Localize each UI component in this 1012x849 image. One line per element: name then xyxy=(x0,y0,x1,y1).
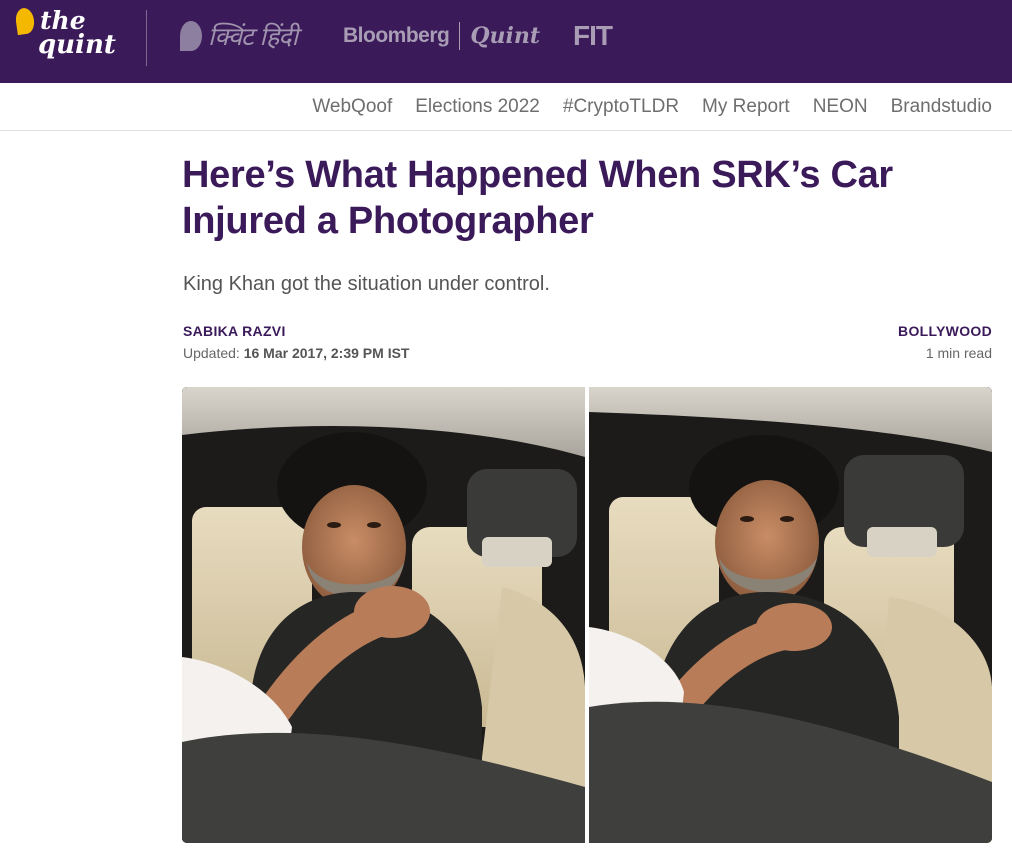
updated-timestamp: Updated: 16 Mar 2017, 2:39 PM IST xyxy=(183,345,409,361)
updated-label: Updated: xyxy=(183,345,240,361)
fit-text: FIT xyxy=(573,20,613,51)
hero-photo-illustration xyxy=(182,387,992,843)
quint-logo-mark-icon xyxy=(14,6,36,36)
nav-item-my-report[interactable]: My Report xyxy=(702,96,790,118)
article-headline: Here’s What Happened When SRK’s Car Inju… xyxy=(182,154,893,242)
section-nav: WebQoof Elections 2022 #CryptoTLDR My Re… xyxy=(0,83,1012,131)
quint-hindi-logo-icon xyxy=(180,21,202,51)
article-subhead: King Khan got the situation under contro… xyxy=(183,273,550,295)
author-name-link[interactable]: SABIKA RAZVI xyxy=(183,323,286,339)
nav-item-cryptotldr[interactable]: #CryptoTLDR xyxy=(563,96,679,118)
bloomberg-quint-separator xyxy=(459,22,461,50)
left-photo-frame xyxy=(182,387,585,843)
photo-divider xyxy=(585,387,589,843)
bloomberg-quint-text: Quint xyxy=(470,23,541,49)
bloomberg-quint-link[interactable]: Bloomberg Quint xyxy=(343,18,540,54)
quint-hindi-text: क्विंट हिंदी xyxy=(208,22,298,51)
bloomberg-text: Bloomberg xyxy=(343,24,450,47)
read-time: 1 min read xyxy=(925,345,992,361)
nav-item-brandstudio[interactable]: Brandstudio xyxy=(891,96,992,118)
article-hero-image[interactable] xyxy=(182,387,992,843)
nav-item-neon[interactable]: NEON xyxy=(813,96,868,118)
updated-date: 16 Mar 2017, 2:39 PM IST xyxy=(243,345,410,361)
quint-hindi-link[interactable]: क्विंट हिंदी xyxy=(180,18,298,54)
brand-divider xyxy=(146,10,147,66)
fit-link[interactable]: FIT xyxy=(573,18,613,54)
logo-quint-text: quint xyxy=(38,30,116,60)
brand-bar: the quint क्विंट हिंदी Bloomberg Quint F… xyxy=(0,0,1012,83)
nav-item-elections-2022[interactable]: Elections 2022 xyxy=(415,96,540,118)
right-photo-frame xyxy=(589,387,992,843)
category-link[interactable]: BOLLYWOOD xyxy=(898,323,992,339)
the-quint-logo[interactable]: the quint xyxy=(14,6,116,70)
nav-item-webqoof[interactable]: WebQoof xyxy=(312,96,392,118)
